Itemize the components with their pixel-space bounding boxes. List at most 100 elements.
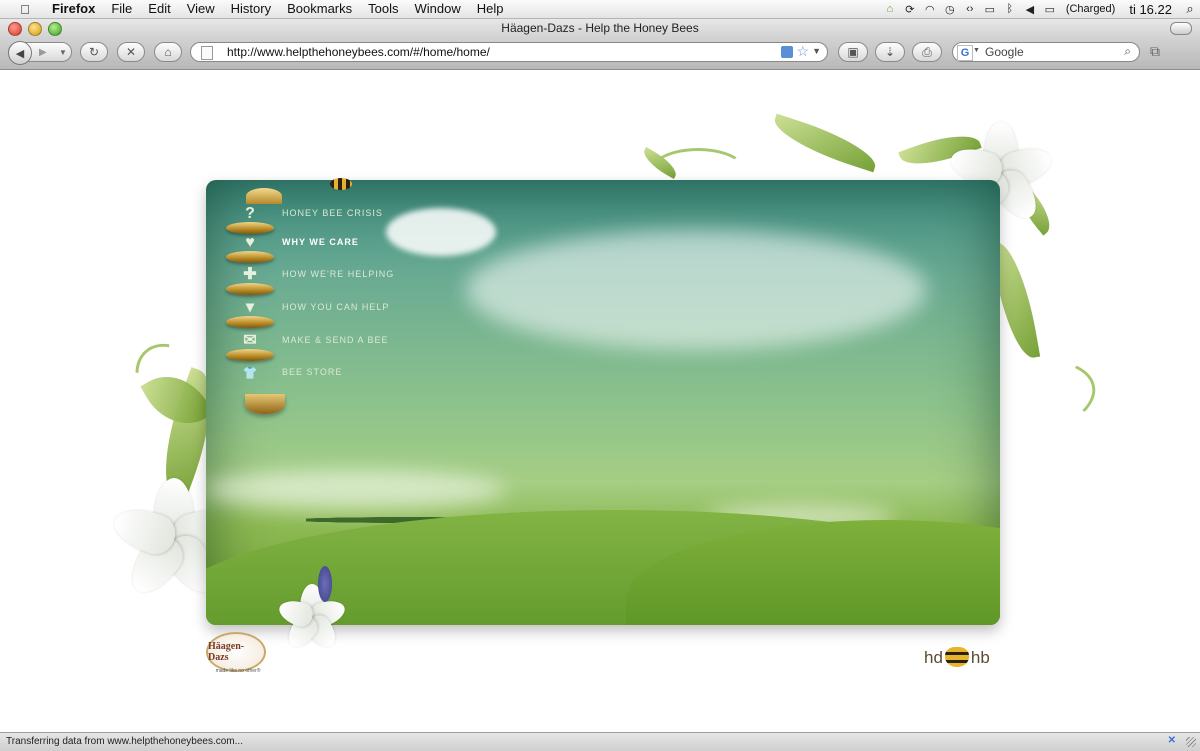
flash-stage: ? HONEY BEE CRISIS ♥ WHY WE CARE ✚ HOW W…: [206, 180, 1000, 625]
print-button[interactable]: ⎙: [912, 42, 942, 62]
nav-item-bee-store[interactable]: 👕 BEE STORE: [222, 365, 482, 395]
battery-icon[interactable]: ▭: [1040, 3, 1060, 16]
nav-label[interactable]: HONEY BEE CRISIS: [282, 208, 383, 218]
status-addon-icon[interactable]: ✕: [1168, 733, 1176, 749]
nav-label[interactable]: MAKE & SEND A BEE: [282, 335, 389, 345]
download-icon: ⇣: [884, 45, 896, 59]
code-icon[interactable]: ‹›: [960, 3, 980, 15]
plus-icon: ✚: [243, 266, 257, 283]
nav-disc: [226, 251, 274, 263]
hb-text: hb: [970, 648, 990, 667]
home-button[interactable]: ⌂: [154, 42, 182, 62]
bluetooth-icon[interactable]: ᛒ: [1000, 3, 1020, 15]
forward-button[interactable]: ▶: [39, 47, 47, 58]
menu-history[interactable]: History: [223, 0, 279, 18]
browser-toolbar: ◀ ▶ ▼ ↻ ✕ ⌂ http://www.helpthehoneybees.…: [0, 37, 1200, 70]
menu-window[interactable]: Window: [407, 0, 469, 18]
page-icon: [201, 46, 213, 60]
nav-top-dome: [246, 188, 282, 204]
nav-item-how-you-can-help[interactable]: ▾ HOW YOU CAN HELP: [222, 299, 482, 330]
reload-button[interactable]: ↻: [80, 42, 108, 62]
menu-bookmarks[interactable]: Bookmarks: [279, 0, 360, 18]
search-icon[interactable]: ⌕: [1124, 44, 1131, 59]
volume-icon[interactable]: ◀: [1020, 3, 1040, 16]
nav-label[interactable]: HOW YOU CAN HELP: [282, 302, 389, 312]
heart-icon: ♥: [245, 234, 255, 251]
back-forward-group: ◀ ▶ ▼: [8, 41, 72, 65]
wifi-icon[interactable]: ◠: [920, 3, 940, 16]
sync-icon[interactable]: ⟳: [900, 3, 920, 16]
question-icon: ?: [245, 205, 255, 222]
stop-button[interactable]: ✕: [117, 42, 145, 62]
close-window-icon[interactable]: [8, 22, 22, 36]
cup-icon: ▾: [245, 299, 255, 316]
bookmark-star-icon[interactable]: ☆: [796, 43, 809, 60]
bee-icon: [330, 178, 352, 190]
window-controls: [8, 22, 62, 36]
horizon-haze-left: [206, 470, 506, 510]
nav-label[interactable]: BEE STORE: [282, 367, 342, 377]
bee-heart-icon: [944, 647, 969, 667]
status-text: Transferring data from www.helpthehoneyb…: [6, 736, 243, 747]
nav-item-honey-bee-crisis[interactable]: ? HONEY BEE CRISIS: [222, 205, 482, 236]
apple-menu-icon[interactable]: : [16, 2, 34, 17]
brand-tagline: made like no other®: [215, 668, 261, 674]
google-engine-icon[interactable]: G: [957, 45, 973, 61]
menu-app-firefox[interactable]: Firefox: [44, 0, 103, 18]
url-dropdown-icon[interactable]: ▼: [812, 46, 821, 56]
nav-disc: [226, 349, 274, 361]
stop-icon: ✕: [125, 45, 137, 59]
sky-haze: [466, 230, 926, 350]
engine-dropdown-icon[interactable]: ▼: [973, 47, 980, 54]
envelope-icon: ✉: [243, 332, 257, 349]
nav-disc: [226, 283, 274, 295]
nav-item-how-were-helping[interactable]: ✚ HOW WE'RE HELPING: [222, 266, 482, 297]
menu-edit[interactable]: Edit: [140, 0, 178, 18]
hd-hb-logo[interactable]: hd hb: [924, 647, 990, 668]
time-machine-icon[interactable]: ◷: [940, 3, 960, 16]
haagen-dazs-logo[interactable]: Häagen-Dazs: [206, 632, 266, 672]
history-dropdown-icon[interactable]: ▼: [59, 48, 67, 57]
haagen-dazs-logo-text: Häagen-Dazs: [208, 641, 245, 663]
home-icon: ⌂: [164, 45, 172, 59]
new-window-icon[interactable]: ⧉: [1150, 43, 1170, 61]
menu-help[interactable]: Help: [469, 0, 512, 18]
menubar-clock[interactable]: ti 16.22: [1121, 2, 1180, 17]
home-extra-icon[interactable]: ⌂: [880, 3, 900, 15]
display-icon[interactable]: ▭: [980, 3, 1000, 16]
url-bar[interactable]: http://www.helpthehoneybees.com/#/home/h…: [190, 42, 828, 62]
nav-bottom-bowl: [245, 394, 285, 414]
nav-disc: [226, 316, 274, 328]
status-bar: Transferring data from www.helpthehoneyb…: [0, 732, 1200, 751]
minimize-window-icon[interactable]: [28, 22, 42, 36]
battery-status: (Charged): [1065, 3, 1116, 15]
nav-label[interactable]: HOW WE'RE HELPING: [282, 269, 394, 279]
reload-icon: ↻: [88, 45, 100, 59]
nav-label[interactable]: WHY WE CARE: [282, 237, 359, 247]
menu-view[interactable]: View: [179, 0, 223, 18]
window-title: Häagen-Dazs - Help the Honey Bees: [501, 21, 699, 35]
hd-text: hd: [924, 648, 943, 667]
search-bar[interactable]: G ▼ Google ⌕: [952, 42, 1140, 62]
zoom-window-icon[interactable]: [48, 22, 62, 36]
leaf-top-1: [768, 113, 882, 173]
resize-grip-icon[interactable]: [1186, 737, 1196, 747]
print-icon: ⎙: [922, 44, 932, 59]
mac-menubar:  Firefox File Edit View History Bookmar…: [0, 0, 1200, 19]
rss-feed-icon[interactable]: [781, 46, 793, 58]
page-content: ? HONEY BEE CRISIS ♥ WHY WE CARE ✚ HOW W…: [0, 70, 1200, 732]
screenshot-button[interactable]: ▣: [838, 42, 868, 62]
frame-icon: ▣: [847, 45, 859, 59]
tshirt-icon: 👕: [242, 366, 258, 380]
search-input[interactable]: Google: [985, 45, 1024, 59]
back-button[interactable]: ◀: [8, 41, 32, 65]
spotlight-icon[interactable]: ⌕: [1180, 1, 1200, 17]
nav-item-why-we-care[interactable]: ♥ WHY WE CARE: [222, 234, 482, 265]
menu-file[interactable]: File: [103, 0, 140, 18]
download-button[interactable]: ⇣: [875, 42, 905, 62]
toolbar-toggle-button[interactable]: [1170, 22, 1192, 35]
menu-tools[interactable]: Tools: [360, 0, 406, 18]
nav-item-make-send-a-bee[interactable]: ✉ MAKE & SEND A BEE: [222, 332, 482, 363]
url-text[interactable]: http://www.helpthehoneybees.com/#/home/h…: [227, 45, 490, 59]
window-titlebar: Häagen-Dazs - Help the Honey Bees: [0, 19, 1200, 37]
